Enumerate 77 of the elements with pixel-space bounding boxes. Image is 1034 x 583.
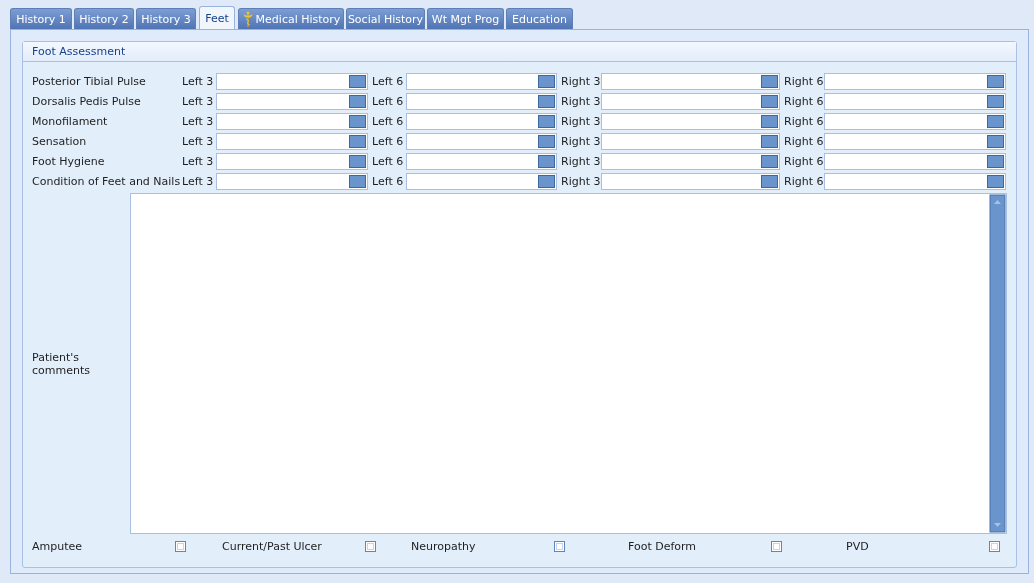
tab[interactable]: History 1 — [10, 8, 72, 29]
dropdown-field[interactable] — [824, 153, 1006, 170]
field-label: Left 6 — [372, 115, 405, 128]
dropdown-field[interactable] — [406, 133, 557, 150]
tab[interactable]: Feet — [199, 6, 235, 29]
dropdown-field[interactable] — [824, 133, 1006, 150]
dropdown-field[interactable] — [216, 133, 368, 150]
field-label: Right 6 — [784, 135, 824, 148]
dropdown-field[interactable] — [601, 173, 780, 190]
dropdown-field[interactable] — [216, 93, 368, 110]
dropdown-field[interactable] — [601, 113, 780, 130]
dropdown-field[interactable] — [601, 153, 780, 170]
checkbox[interactable] — [365, 541, 376, 552]
field-label: Left 6 — [372, 95, 405, 108]
field-label: Left 6 — [372, 155, 405, 168]
dropdown-field[interactable] — [216, 73, 368, 90]
field-label: Condition of Feet and Nails — [32, 175, 182, 188]
dropdown-field[interactable] — [601, 133, 780, 150]
dropdown-field[interactable] — [216, 113, 368, 130]
field-label: Right 3 — [561, 115, 601, 128]
field-label: Sensation — [32, 135, 88, 148]
checkbox-label: Neuropathy — [411, 540, 477, 553]
comments-field[interactable] — [130, 193, 1007, 534]
field-label: Right 6 — [784, 95, 824, 108]
dropdown-field[interactable] — [216, 173, 368, 190]
field-label: Right 3 — [561, 135, 601, 148]
tab[interactable]: Wt Mgt Prog — [427, 8, 504, 29]
field-label: Left 3 — [182, 115, 215, 128]
checkbox-label: Amputee — [32, 540, 84, 553]
field-label: Right 3 — [561, 155, 601, 168]
field-label: Monofilament — [32, 115, 109, 128]
field-label: Right 6 — [784, 75, 824, 88]
tab[interactable]: Social History — [346, 8, 425, 29]
dropdown-field[interactable] — [406, 73, 557, 90]
dropdown-field[interactable] — [601, 73, 780, 90]
caduceus-icon — [241, 11, 254, 27]
dropdown-field[interactable] — [824, 173, 1006, 190]
field-label: Foot Hygiene — [32, 155, 106, 168]
checkbox-label: Foot Deform — [628, 540, 698, 553]
checkbox-label: Current/Past Ulcer — [222, 540, 323, 553]
field-label: Patient's comments — [32, 350, 91, 377]
tab[interactable]: History 2 — [74, 8, 134, 29]
checkbox[interactable] — [554, 541, 565, 552]
field-label: Left 3 — [182, 135, 215, 148]
dropdown-field[interactable] — [406, 173, 557, 190]
field-label: Posterior Tibial Pulse — [32, 75, 147, 88]
dropdown-field[interactable] — [601, 93, 780, 110]
field-label: Right 6 — [784, 115, 824, 128]
field-label: Left 6 — [372, 135, 405, 148]
field-label: Left 6 — [372, 75, 405, 88]
field-label: Left 3 — [182, 75, 215, 88]
checkbox[interactable] — [771, 541, 782, 552]
checkbox[interactable] — [175, 541, 186, 552]
field-label: Right 3 — [561, 95, 601, 108]
field-label: Right 3 — [561, 75, 601, 88]
field-label: Left 3 — [182, 155, 215, 168]
group-title: Foot Assessment — [23, 42, 1016, 62]
field-label: Right 6 — [784, 175, 824, 188]
field-label: Left 6 — [372, 175, 405, 188]
dropdown-field[interactable] — [824, 113, 1006, 130]
field-label: Left 3 — [182, 95, 215, 108]
checkbox[interactable] — [989, 541, 1000, 552]
dropdown-field[interactable] — [216, 153, 368, 170]
checkbox-label: PVD — [846, 540, 870, 553]
dropdown-field[interactable] — [406, 113, 557, 130]
tab[interactable]: Medical History — [238, 8, 344, 29]
field-label: Right 6 — [784, 155, 824, 168]
dropdown-field[interactable] — [824, 73, 1006, 90]
dropdown-field[interactable] — [824, 93, 1006, 110]
tab[interactable]: Education — [506, 8, 573, 29]
scrollbar[interactable] — [989, 194, 1006, 533]
field-label: Right 3 — [561, 175, 601, 188]
tab[interactable]: History 3 — [136, 8, 196, 29]
dropdown-field[interactable] — [406, 153, 557, 170]
field-label: Left 3 — [182, 175, 215, 188]
field-label: Dorsalis Pedis Pulse — [32, 95, 142, 108]
dropdown-field[interactable] — [406, 93, 557, 110]
